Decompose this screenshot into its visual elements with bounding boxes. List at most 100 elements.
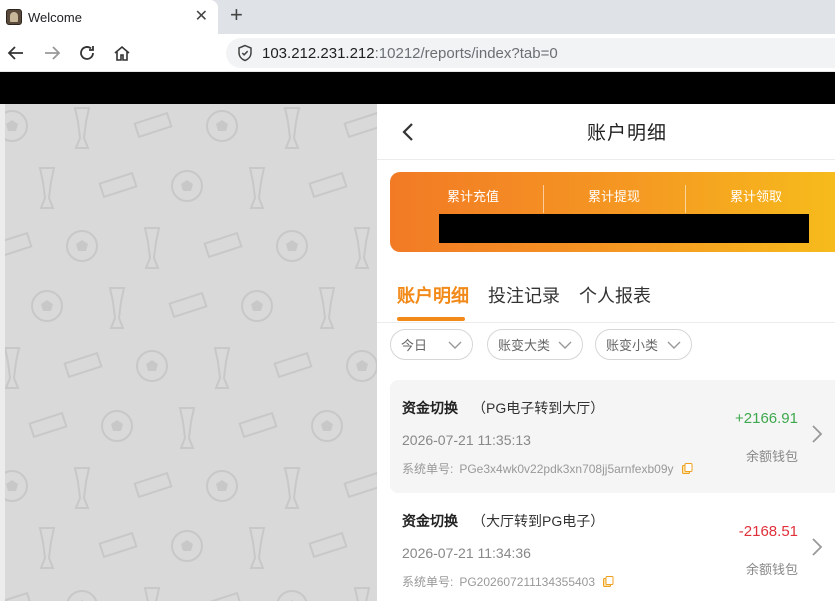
fifa-logo-mark [273, 351, 313, 379]
soccer-ball-icon [171, 530, 203, 562]
trophy-icon [143, 227, 161, 269]
record-type: 资金切换 [402, 400, 458, 416]
account-details-page: 账户明细 累计充值 累计提现 累计领取 账户明细 投注记录 个人报表 今日 账变… [377, 104, 835, 601]
order-number: PGe3x4wk0v22pdk3xn708jj5arnfexb09y [459, 461, 674, 476]
trophy-icon [248, 167, 266, 209]
record-time: 2026-07-21 11:35:13 [402, 432, 531, 448]
site-info-icon[interactable] [236, 44, 254, 62]
category-filter-label: 账变大类 [498, 338, 551, 353]
soccer-ball-icon [171, 170, 203, 202]
chevron-down-icon [667, 341, 681, 349]
record-tabs: 账户明细 投注记录 个人报表 [377, 266, 835, 323]
record-time: 2026-07-21 11:34:36 [402, 545, 531, 561]
trophy-icon [178, 407, 196, 449]
redacted-amounts [439, 214, 809, 243]
browser-tab-title: Welcome [28, 9, 82, 25]
trophy-icon [318, 287, 336, 329]
date-filter-label: 今日 [401, 338, 428, 353]
trophy-icon [73, 467, 91, 509]
category-filter-dropdown[interactable]: 账变大类 [487, 329, 583, 360]
soccer-ball-icon [311, 410, 343, 442]
soccer-ball-icon [346, 350, 377, 382]
trophy-icon [108, 287, 126, 329]
trophy-icon [353, 227, 371, 269]
fifa-logo-mark [343, 471, 377, 499]
chevron-down-icon [448, 341, 462, 349]
record-type: 资金切换 [402, 513, 458, 529]
trophy-icon [283, 467, 301, 509]
fifa-logo-mark [343, 111, 377, 139]
fifa-logo-mark [63, 351, 103, 379]
record-card[interactable]: 资金切换 （PG电子转到大厅） 2026-07-21 11:35:13 系统单号:… [390, 380, 835, 493]
reload-icon[interactable] [75, 41, 99, 65]
record-amount: -2168.51 [738, 523, 798, 540]
soccer-ball-icon [31, 290, 63, 322]
soccer-ball-icon [276, 230, 308, 262]
favicon-icon [6, 9, 22, 25]
record-detail: （大厅转到PG电子） [472, 513, 605, 529]
fifa-logo-mark [98, 171, 138, 199]
record-wallet: 余额钱包 [745, 449, 798, 464]
order-number: PG202607211134355403 [459, 574, 596, 589]
order-label: 系统单号: [402, 575, 454, 589]
fifa-logo-mark [98, 531, 138, 559]
new-tab-icon[interactable]: + [230, 3, 243, 27]
copy-icon[interactable] [681, 463, 693, 474]
record-order: 系统单号: PGe3x4wk0v22pdk3xn708jj5arnfexb09y [402, 460, 693, 477]
fifa-logo-mark [238, 411, 278, 439]
record-order: 系统单号: PG202607211134355403 [402, 573, 614, 590]
summary-claim-label: 累计领取 [729, 189, 782, 204]
page-title: 账户明细 [586, 123, 667, 144]
forward-arrow-icon[interactable] [40, 41, 64, 65]
summary-banner: 累计充值 累计提现 累计领取 [390, 172, 835, 252]
chevron-right-icon [812, 538, 823, 556]
browser-tab-strip: Welcome ✕ + [0, 0, 835, 34]
left-edge-strip [0, 104, 5, 601]
summary-withdraw-label: 累计提现 [587, 189, 640, 204]
soccer-ball-icon [136, 350, 168, 382]
browser-tab[interactable]: Welcome ✕ [0, 0, 218, 34]
url-host: 103.212.231.212 [262, 44, 375, 62]
close-tab-icon[interactable]: ✕ [195, 7, 208, 27]
trophy-icon [73, 107, 91, 149]
fifa-logo-mark [308, 171, 348, 199]
url-text: 103.212.231.212:10212/reports/index?tab=… [262, 45, 558, 62]
record-detail: （PG电子转到大厅） [472, 400, 605, 416]
soccer-ball-icon [206, 470, 238, 502]
trophy-icon [283, 107, 301, 149]
filter-bar: 今日 账变大类 账变小类 [377, 329, 835, 365]
back-arrow-icon[interactable] [4, 41, 28, 65]
fifa-pattern [0, 107, 377, 601]
fifa-logo-mark [133, 111, 173, 139]
chevron-down-icon [558, 341, 572, 349]
date-filter-dropdown[interactable]: 今日 [390, 329, 473, 360]
redacted-bar [0, 72, 835, 104]
trophy-icon [213, 347, 231, 389]
browser-toolbar: 103.212.231.212:10212/reports/index?tab=… [0, 34, 835, 72]
summary-deposit-label: 累计充值 [446, 189, 499, 204]
trophy-icon [353, 587, 371, 601]
soccer-ball-icon [241, 290, 273, 322]
order-label: 系统单号: [402, 462, 454, 476]
fifa-logo-mark [168, 291, 208, 319]
chevron-right-icon [812, 425, 823, 443]
trophy-icon [143, 587, 161, 601]
address-bar[interactable]: 103.212.231.212:10212/reports/index?tab=… [226, 38, 835, 68]
trophy-icon [248, 527, 266, 569]
background-pattern-panel [0, 104, 377, 601]
fifa-logo-mark [203, 231, 243, 259]
home-icon[interactable] [110, 41, 134, 65]
record-amount: +2166.91 [735, 410, 798, 427]
tab-account-details[interactable]: 账户明细 [397, 282, 469, 308]
subcategory-filter-label: 账变小类 [606, 338, 659, 353]
soccer-ball-icon [101, 410, 133, 442]
subcategory-filter-dropdown[interactable]: 账变小类 [595, 329, 692, 360]
record-wallet: 余额钱包 [745, 562, 798, 577]
tab-bet-records[interactable]: 投注记录 [488, 282, 560, 308]
tab-personal-report[interactable]: 个人报表 [579, 282, 651, 308]
soccer-ball-icon [66, 590, 98, 601]
record-card[interactable]: 资金切换 （大厅转到PG电子） 2026-07-21 11:34:36 系统单号:… [390, 493, 835, 601]
fifa-logo-mark [28, 411, 68, 439]
soccer-ball-icon [66, 230, 98, 262]
copy-icon[interactable] [603, 576, 614, 587]
